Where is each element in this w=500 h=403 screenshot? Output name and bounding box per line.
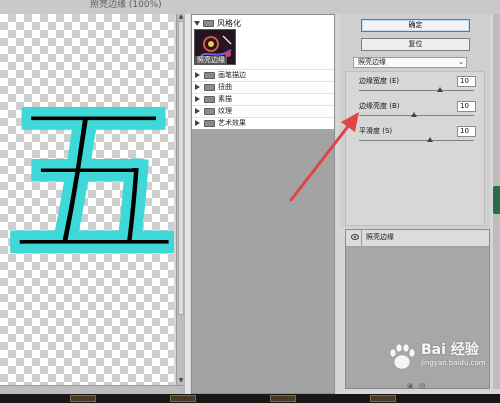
arrow-shaft xyxy=(289,118,355,202)
category-brush-strokes[interactable]: 画笔描边 xyxy=(192,69,334,81)
watermark-subtext: jingyan.baidu.com xyxy=(421,359,486,367)
layers-footer: ▣ ▤ xyxy=(345,382,490,391)
param-label: 边缘亮度 (B) xyxy=(359,102,400,110)
collapse-arrow-icon xyxy=(195,84,200,90)
param-slider-track[interactable] xyxy=(359,140,474,141)
gallery-divider[interactable] xyxy=(184,14,190,394)
category-header[interactable]: 风格化 xyxy=(194,19,241,28)
reset-button[interactable]: 复位 xyxy=(361,38,470,51)
category-label: 纹理 xyxy=(218,107,232,115)
filmstrip-frame xyxy=(270,395,296,402)
param-smoothness: 平滑度 (S) 10 xyxy=(359,126,479,151)
effect-layer-row[interactable]: 照亮边缘 xyxy=(346,230,489,247)
folder-icon xyxy=(203,20,214,27)
param-edge-width: 边缘宽度 (E) 10 xyxy=(359,76,479,101)
expand-arrow-icon xyxy=(194,21,200,26)
bottom-filmstrip xyxy=(0,394,500,403)
preview-horizontal-scrollbar[interactable] xyxy=(0,385,184,394)
collapse-arrow-icon xyxy=(195,120,200,126)
filter-gallery-window: 照亮边缘 (100%) 五 ▲ ▼ 风格化 照亮边缘 画笔描边 扭曲 素描 纹理… xyxy=(0,0,500,403)
filter-select[interactable]: 照亮边缘 ⌄ xyxy=(353,57,467,68)
paw-logo-icon xyxy=(389,343,416,370)
param-slider-track[interactable] xyxy=(359,90,474,91)
filmstrip-frame xyxy=(70,395,96,402)
watermark-text: Bai 经验 xyxy=(421,342,479,358)
chevron-down-icon: ⌄ xyxy=(458,58,464,66)
param-slider-knob[interactable] xyxy=(427,137,434,142)
param-value-field[interactable]: 10 xyxy=(457,76,476,87)
param-label: 边缘宽度 (E) xyxy=(359,77,400,85)
preview-canvas[interactable]: 五 xyxy=(0,14,174,385)
param-slider-knob[interactable] xyxy=(411,112,418,117)
folder-icon xyxy=(204,71,215,79)
folder-icon xyxy=(204,119,215,127)
filter-parameters: 边缘宽度 (E) 10 边缘亮度 (B) 10 平滑度 (S) 10 xyxy=(345,71,485,226)
param-slider-knob[interactable] xyxy=(436,87,443,92)
filmstrip-frame xyxy=(370,395,396,402)
layer-divider xyxy=(361,230,362,246)
category-label: 扭曲 xyxy=(218,83,232,91)
filter-select-value: 照亮边缘 xyxy=(358,58,386,66)
category-sketch[interactable]: 素描 xyxy=(192,93,334,105)
delete-layer-icon[interactable]: ▤ xyxy=(419,382,426,390)
preview-glyph: 五 xyxy=(3,79,174,286)
param-value-field[interactable]: 10 xyxy=(457,126,476,137)
folder-icon xyxy=(204,95,215,103)
category-stylize[interactable]: 风格化 照亮边缘 xyxy=(192,15,334,69)
folder-icon xyxy=(204,83,215,91)
filter-thumbnail-caption: 照亮边缘 xyxy=(195,56,227,64)
collapse-arrow-icon xyxy=(195,96,200,102)
eye-icon[interactable] xyxy=(351,234,359,240)
filmstrip-frame xyxy=(170,395,196,402)
category-distort[interactable]: 扭曲 xyxy=(192,81,334,93)
collapse-arrow-icon xyxy=(195,108,200,114)
collapse-arrow-icon xyxy=(195,72,200,78)
new-layer-icon[interactable]: ▣ xyxy=(407,382,414,390)
param-edge-brightness: 边缘亮度 (B) 10 xyxy=(359,101,479,126)
ok-button[interactable]: 确定 xyxy=(361,19,470,32)
effect-layer-label: 照亮边缘 xyxy=(366,233,394,241)
param-value-field[interactable]: 10 xyxy=(457,101,476,112)
watermark: Bai 经验 jingyan.baidu.com xyxy=(385,340,495,376)
arrow-head xyxy=(341,112,359,132)
category-label: 艺术效果 xyxy=(218,119,246,127)
window-title: 照亮边缘 (100%) xyxy=(0,0,500,14)
category-label: 风格化 xyxy=(217,19,241,28)
folder-icon xyxy=(204,107,215,115)
category-label: 素描 xyxy=(218,95,232,103)
scroll-accent-thumb[interactable] xyxy=(493,186,500,214)
category-label: 画笔描边 xyxy=(218,71,246,79)
annotation-arrow-icon xyxy=(289,112,359,202)
